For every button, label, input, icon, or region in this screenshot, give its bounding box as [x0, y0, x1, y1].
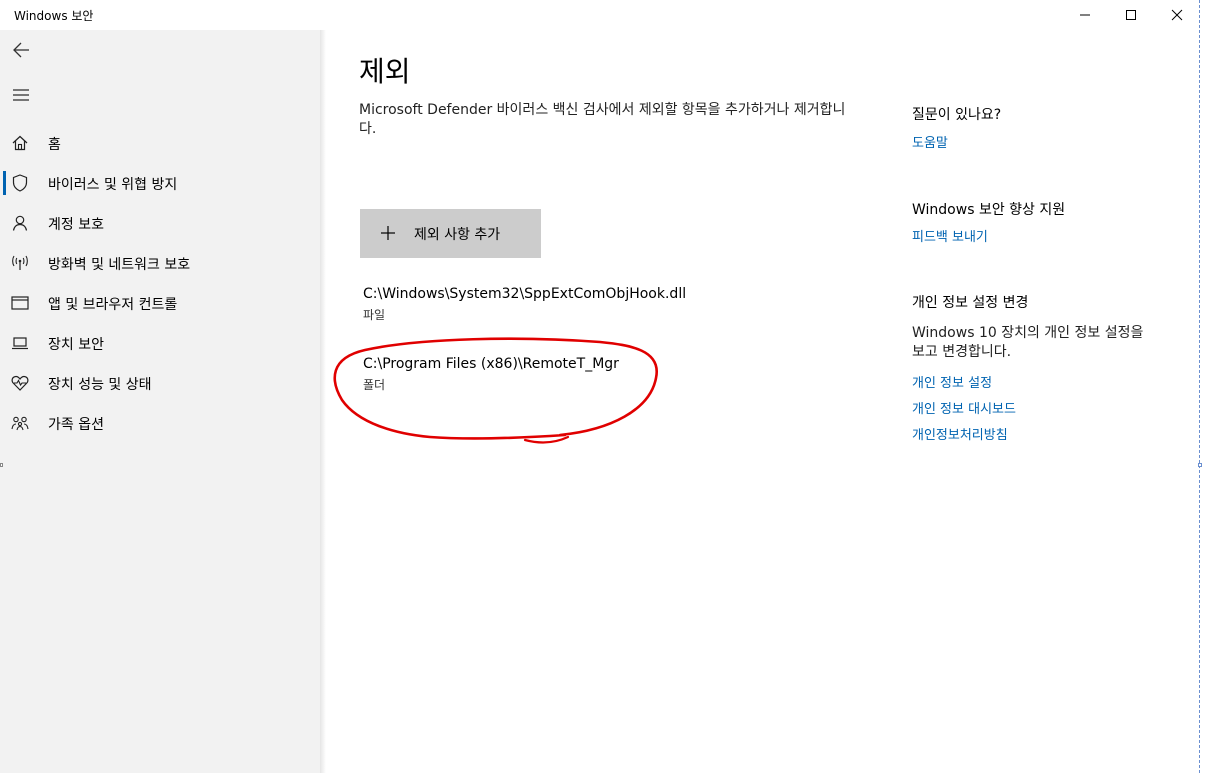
feedback-section-title: Windows 보안 향상 지원 — [912, 202, 1066, 218]
person-icon — [11, 214, 29, 232]
maximize-button[interactable] — [1108, 0, 1154, 30]
sidebar-item-device-performance[interactable]: 장치 성능 및 상태 — [0, 363, 320, 403]
sidebar-item-label: 장치 보안 — [48, 337, 104, 353]
sidebar-item-device-security[interactable]: 장치 보안 — [0, 323, 320, 363]
privacy-statement-link[interactable]: 개인정보처리방침 — [912, 424, 1008, 443]
privacy-description: Windows 10 장치의 개인 정보 설정을 보고 변경합니다. — [912, 325, 1144, 360]
sidebar-item-label: 계정 보호 — [48, 217, 104, 233]
page-title: 제외 — [359, 55, 411, 88]
exclusion-path: C:\Windows\System32\SppExtComObjHook.dll — [363, 286, 687, 302]
selection-indicator — [3, 171, 6, 195]
wifi-antenna-icon — [11, 254, 29, 272]
page-description: Microsoft Defender 바이러스 백신 검사에서 제외할 항목을 … — [359, 102, 846, 137]
resize-handle[interactable] — [0, 463, 3, 467]
close-button[interactable] — [1154, 0, 1200, 30]
minimize-button[interactable] — [1062, 0, 1108, 30]
privacy-section-title: 개인 정보 설정 변경 — [912, 295, 1029, 311]
plus-icon — [381, 226, 395, 240]
help-section-title: 질문이 있나요? — [912, 107, 1002, 123]
exclusion-item[interactable]: C:\Program Files (x86)\RemoteT_Mgr 폴더 — [360, 356, 840, 406]
sidebar-item-label: 장치 성능 및 상태 — [48, 377, 152, 393]
hamburger-icon — [13, 89, 29, 101]
laptop-icon — [11, 334, 29, 352]
sidebar-item-virus-protection[interactable]: 바이러스 및 위협 방지 — [0, 163, 320, 203]
maximize-icon — [1126, 10, 1136, 20]
exclusion-type: 폴더 — [363, 378, 386, 392]
menu-button[interactable] — [8, 83, 34, 107]
app-title: Windows 보안 — [14, 9, 94, 23]
heart-pulse-icon — [11, 374, 29, 392]
sidebar-item-family-options[interactable]: 가족 옵션 — [0, 403, 320, 443]
back-arrow-icon — [13, 42, 29, 58]
close-icon — [1171, 9, 1183, 21]
window-resize-edge[interactable] — [1199, 0, 1200, 773]
sidebar-item-label: 가족 옵션 — [48, 417, 104, 433]
help-link[interactable]: 도움말 — [912, 132, 948, 151]
sidebar-item-account-protection[interactable]: 계정 보호 — [0, 203, 320, 243]
shield-icon — [11, 174, 29, 192]
privacy-dashboard-link[interactable]: 개인 정보 대시보드 — [912, 398, 1016, 417]
exclusion-path: C:\Program Files (x86)\RemoteT_Mgr — [363, 356, 619, 372]
add-exclusion-button[interactable]: 제외 사항 추가 — [360, 209, 541, 258]
sidebar-item-app-browser-control[interactable]: 앱 및 브라우저 컨트롤 — [0, 283, 320, 323]
back-button[interactable] — [8, 38, 34, 62]
sidebar-item-label: 바이러스 및 위협 방지 — [48, 177, 178, 193]
privacy-settings-link[interactable]: 개인 정보 설정 — [912, 372, 992, 391]
exclusion-item[interactable]: C:\Windows\System32\SppExtComObjHook.dll… — [360, 286, 840, 336]
sidebar-item-label: 방화벽 및 네트워크 보호 — [48, 257, 191, 273]
sidebar-divider — [320, 30, 326, 773]
sidebar-item-firewall[interactable]: 방화벽 및 네트워크 보호 — [0, 243, 320, 283]
sidebar-item-home[interactable]: 홈 — [0, 123, 320, 163]
title-bar: Windows 보안 — [0, 0, 1205, 30]
sidebar-item-label: 홈 — [48, 137, 61, 153]
send-feedback-link[interactable]: 피드백 보내기 — [912, 226, 988, 245]
add-exclusion-label: 제외 사항 추가 — [414, 227, 501, 243]
resize-handle[interactable] — [1198, 463, 1202, 467]
browser-window-icon — [11, 294, 29, 312]
sidebar-item-label: 앱 및 브라우저 컨트롤 — [48, 297, 178, 313]
home-icon — [11, 134, 29, 152]
family-icon — [11, 414, 29, 432]
minimize-icon — [1080, 14, 1090, 16]
exclusion-type: 파일 — [363, 308, 386, 322]
